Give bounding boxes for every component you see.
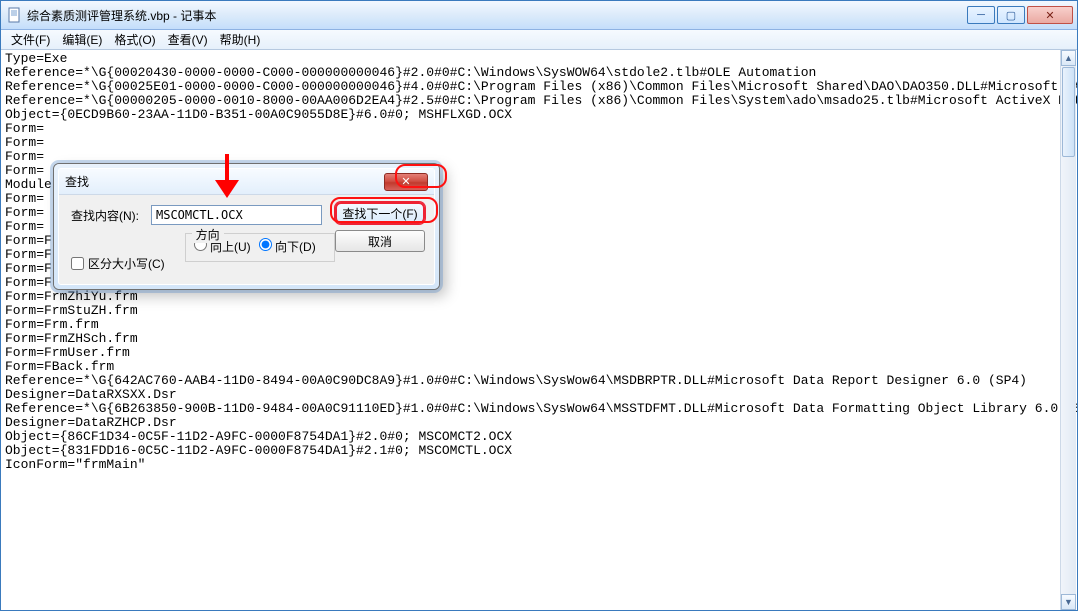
dialog-body: 查找内容(N): 区分大小写(C) 方向 向上(U) 向下(D) (59, 195, 434, 284)
dialog-chrome: 查找 ✕ 查找内容(N): 区分大小写(C) 方向 向上(U) (54, 164, 439, 289)
minimize-button[interactable]: ─ (967, 6, 995, 24)
dialog-titlebar[interactable]: 查找 ✕ (59, 169, 434, 195)
titlebar[interactable]: 综合素质测评管理系统.vbp - 记事本 ─ ▢ ✕ (1, 1, 1077, 30)
close-button[interactable]: ✕ (1027, 6, 1073, 24)
notepad-window: 综合素质测评管理系统.vbp - 记事本 ─ ▢ ✕ 文件(F) 编辑(E) 格… (0, 0, 1078, 611)
menu-file[interactable]: 文件(F) (5, 30, 56, 49)
window-title: 综合素质测评管理系统.vbp - 记事本 (27, 7, 967, 24)
direction-down-label: 向下(D) (275, 240, 316, 254)
menu-help[interactable]: 帮助(H) (214, 30, 267, 49)
scroll-up-button[interactable]: ▲ (1061, 50, 1076, 66)
match-case-label: 区分大小写(C) (88, 255, 165, 272)
menu-view[interactable]: 查看(V) (162, 30, 214, 49)
content-area: Type=Exe Reference=*\G{00020430-0000-000… (1, 50, 1077, 610)
window-buttons: ─ ▢ ✕ (967, 6, 1073, 24)
find-input[interactable] (151, 205, 322, 225)
app-icon (7, 7, 23, 23)
match-case-checkbox[interactable] (71, 257, 84, 270)
dialog-close-button[interactable]: ✕ (384, 173, 428, 191)
direction-legend: 方向 (192, 226, 224, 243)
direction-down[interactable]: 向下(D) (259, 238, 316, 255)
find-dialog[interactable]: 查找 ✕ 查找内容(N): 区分大小写(C) 方向 向上(U) (53, 163, 440, 290)
find-next-button[interactable]: 查找下一个(F) (335, 202, 425, 224)
menubar: 文件(F) 编辑(E) 格式(O) 查看(V) 帮助(H) (1, 30, 1077, 50)
maximize-button[interactable]: ▢ (997, 6, 1025, 24)
scroll-thumb[interactable] (1062, 67, 1075, 157)
find-label: 查找内容(N): (71, 207, 151, 224)
vertical-scrollbar[interactable]: ▲ ▼ (1060, 50, 1076, 610)
cancel-button[interactable]: 取消 (335, 230, 425, 252)
menu-edit[interactable]: 编辑(E) (56, 30, 108, 49)
scroll-down-button[interactable]: ▼ (1061, 594, 1076, 610)
direction-group: 方向 向上(U) 向下(D) (185, 233, 335, 262)
menu-format[interactable]: 格式(O) (108, 30, 161, 49)
dialog-title: 查找 (65, 173, 384, 190)
dialog-inner: 查找 ✕ 查找内容(N): 区分大小写(C) 方向 向上(U) (58, 168, 435, 285)
